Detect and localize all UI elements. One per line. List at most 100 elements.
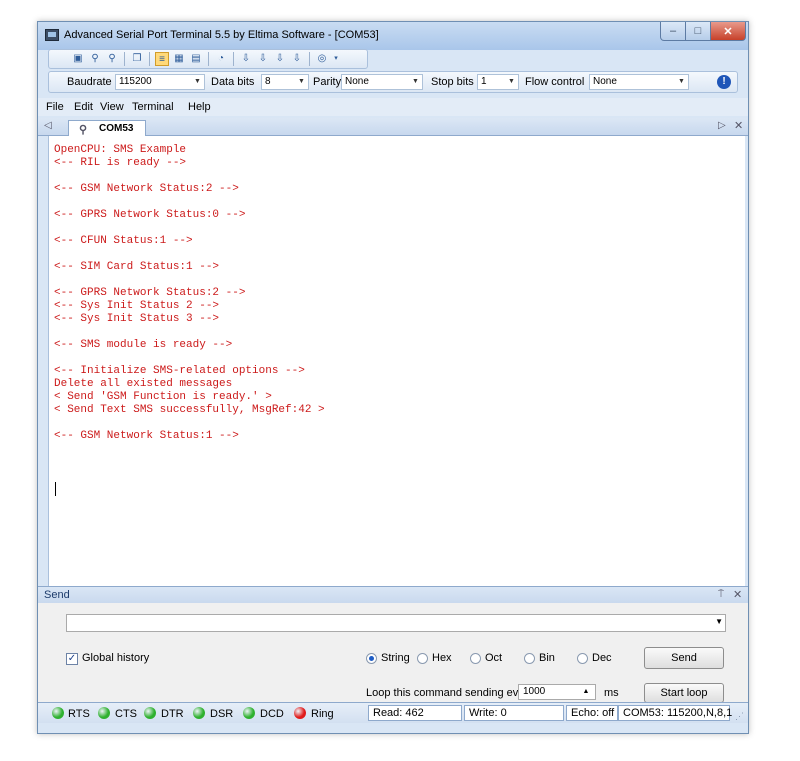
- parity-label: Parity: [313, 76, 342, 88]
- minimize-button[interactable]: –: [660, 22, 686, 41]
- loop-unit-label: ms: [604, 687, 619, 699]
- toolbar-separator: [149, 52, 150, 66]
- send-panel-header: Send ⍑ ✕: [38, 586, 748, 603]
- format-radio-oct[interactable]: [470, 653, 481, 664]
- dcd-led-icon: [243, 707, 255, 719]
- tab-close-icon[interactable]: ✕: [734, 119, 743, 132]
- loop-interval-value: 1000: [523, 686, 546, 697]
- pin-icon[interactable]: ⍑: [718, 589, 724, 600]
- format-label-bin: Bin: [539, 652, 555, 664]
- save-log-icon[interactable]: ⇩: [273, 52, 287, 66]
- dtr-led-icon: [144, 707, 156, 719]
- toolbar-separator: [309, 52, 310, 66]
- send-panel-title: Send: [44, 589, 70, 601]
- toolbar-separator: [233, 52, 234, 66]
- read-counter: Read: 462: [368, 705, 462, 721]
- flow-control-label: Flow control: [525, 76, 585, 88]
- info-icon[interactable]: !: [717, 75, 731, 89]
- spin-up-icon[interactable]: ▲: [579, 686, 593, 698]
- ring-label: Ring: [311, 708, 334, 720]
- app-icon: [45, 29, 59, 41]
- start-loop-button[interactable]: Start loop: [644, 683, 724, 703]
- menu-terminal[interactable]: Terminal: [132, 101, 174, 113]
- parity-value: None: [345, 76, 369, 87]
- clear-icon[interactable]: ◔: [214, 52, 228, 66]
- baudrate-select[interactable]: 115200 ▼: [115, 74, 205, 90]
- ring-led-icon: [294, 707, 306, 719]
- receive-file-icon[interactable]: ⇩: [256, 52, 270, 66]
- loop-label: Loop this command sending every: [366, 687, 534, 699]
- status-bar: RTS CTS DTR DSR DCD Ring Read: 462 Write…: [38, 702, 748, 723]
- dsr-led-icon: [193, 707, 205, 719]
- title-bar[interactable]: Advanced Serial Port Terminal 5.5 by Elt…: [38, 22, 748, 50]
- send-file-icon[interactable]: ⇩: [239, 52, 253, 66]
- chevron-down-icon[interactable]: ▼: [715, 617, 723, 626]
- serial-port-icon: ⚲: [79, 124, 88, 136]
- stopbits-label: Stop bits: [431, 76, 474, 88]
- parity-select[interactable]: None ▼: [341, 74, 423, 90]
- loop-interval-spinner[interactable]: 1000 ▲: [518, 684, 596, 700]
- chevron-down-icon[interactable]: ▾: [332, 52, 340, 66]
- databits-label: Data bits: [211, 76, 255, 88]
- dcd-label: DCD: [260, 708, 284, 720]
- format-radio-hex[interactable]: [417, 653, 428, 664]
- flow-control-select[interactable]: None ▼: [589, 74, 689, 90]
- new-session-icon[interactable]: ▣: [71, 52, 85, 66]
- format-label-hex: Hex: [432, 652, 452, 664]
- open-port-icon[interactable]: ⚲: [88, 52, 102, 66]
- cts-label: CTS: [115, 708, 137, 720]
- help-icon[interactable]: ◎: [315, 52, 329, 66]
- send-panel: ▼ ✓ Global history String Hex Oct Bin De…: [38, 603, 748, 703]
- text-cursor: [55, 482, 56, 496]
- format-radio-string[interactable]: [366, 653, 377, 664]
- dump-view-icon[interactable]: ▤: [189, 52, 203, 66]
- baudrate-value: 115200: [119, 76, 152, 87]
- resize-grip-icon[interactable]: ⋰: [735, 711, 744, 722]
- tab-label: COM53: [99, 123, 134, 134]
- flow-control-value: None: [593, 76, 617, 87]
- app-window: Advanced Serial Port Terminal 5.5 by Elt…: [37, 21, 749, 734]
- chevron-down-icon: ▼: [194, 78, 201, 85]
- stopbits-value: 1: [481, 76, 487, 87]
- rts-label: RTS: [68, 708, 90, 720]
- hex-view-icon[interactable]: ▦: [172, 52, 186, 66]
- format-label-string: String: [381, 652, 410, 664]
- format-label-dec: Dec: [592, 652, 612, 664]
- stopbits-select[interactable]: 1 ▼: [477, 74, 519, 90]
- menu-edit[interactable]: Edit: [74, 101, 93, 113]
- global-history-checkbox[interactable]: ✓: [66, 653, 78, 665]
- format-radio-dec[interactable]: [577, 653, 588, 664]
- send-button[interactable]: Send: [644, 647, 724, 669]
- write-counter: Write: 0: [464, 705, 564, 721]
- databits-select[interactable]: 8 ▼: [261, 74, 309, 90]
- window-title: Advanced Serial Port Terminal 5.5 by Elt…: [64, 29, 379, 41]
- menu-file[interactable]: File: [46, 101, 64, 113]
- send-command-input[interactable]: ▼: [66, 614, 726, 632]
- port-settings-toolbar: Baudrate 115200 ▼ Data bits 8 ▼ Parity N…: [48, 71, 738, 93]
- dsr-label: DSR: [210, 708, 234, 720]
- cts-led-icon: [98, 707, 110, 719]
- document-tab-bar: ◁ ⚲ COM53 ▷ ✕: [38, 118, 748, 136]
- tab-com53[interactable]: ⚲ COM53: [68, 120, 146, 136]
- chevron-down-icon: ▼: [412, 78, 419, 85]
- port-info: COM53: 115200,N,8,1: [618, 705, 732, 721]
- maximize-button[interactable]: □: [685, 22, 711, 41]
- dtr-label: DTR: [161, 708, 184, 720]
- tab-scroll-left-icon[interactable]: ◁: [44, 120, 52, 131]
- copy-icon[interactable]: ❐: [130, 52, 144, 66]
- format-label-oct: Oct: [485, 652, 503, 664]
- chevron-down-icon: ▼: [678, 78, 685, 85]
- menu-help[interactable]: Help: [188, 101, 211, 113]
- load-log-icon[interactable]: ⇩: [290, 52, 304, 66]
- menu-view[interactable]: View: [100, 101, 124, 113]
- terminal-output[interactable]: OpenCPU: SMS Example <-- RIL is ready --…: [48, 136, 745, 586]
- main-toolbar: ▣ ⚲ ⚲ ❐ ≡ ▦ ▤ ◔ ⇩ ⇩ ⇩ ⇩ ◎ ▾: [48, 49, 368, 69]
- close-button[interactable]: ✕: [710, 22, 746, 41]
- tab-scroll-right-icon[interactable]: ▷: [718, 120, 726, 131]
- terminal-text: OpenCPU: SMS Example <-- RIL is ready --…: [54, 144, 325, 442]
- close-port-icon[interactable]: ⚲: [105, 52, 119, 66]
- toolbar-separator: [124, 52, 125, 66]
- format-radio-bin[interactable]: [524, 653, 535, 664]
- text-view-icon[interactable]: ≡: [155, 52, 169, 66]
- close-icon[interactable]: ✕: [733, 588, 742, 601]
